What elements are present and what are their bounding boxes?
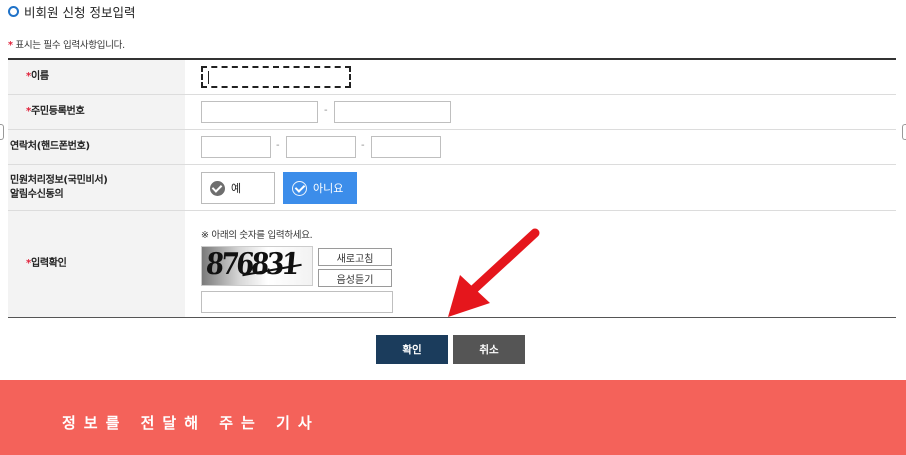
- captcha-input[interactable]: [201, 291, 393, 313]
- arrow-shaft: [467, 228, 540, 296]
- check-circle-icon: [210, 180, 225, 196]
- label-notification-consent: 민원처리정보(국민비서) 알림수신동의: [8, 165, 185, 210]
- label-phone-text: 연락처(핸드폰번호): [10, 141, 90, 152]
- row-name: * 이름: [8, 60, 896, 95]
- row-resident-number: * 주민등록번호 -: [8, 95, 896, 130]
- label-name-text: 이름: [30, 71, 49, 82]
- banner-text: 정보를 전달해 주는 기사: [62, 414, 320, 432]
- cell-resident-number: -: [185, 95, 896, 129]
- consent-yes-label: 예: [231, 182, 242, 195]
- separator: -: [361, 140, 365, 151]
- phone-part1-input[interactable]: [201, 136, 271, 158]
- cancel-button[interactable]: 취소: [453, 335, 525, 364]
- footer-banner: 정보를 전달해 주는 기사: [0, 380, 906, 455]
- consent-no-label: 아니요: [313, 182, 344, 195]
- label-captcha: * 입력확인: [8, 211, 185, 317]
- cell-name: [185, 60, 896, 94]
- captcha-instruction: ※ 아래의 숫자를 입력하세요.: [201, 230, 313, 241]
- check-circle-icon: [292, 180, 307, 196]
- section-title: 비회원 신청 정보입력: [8, 2, 135, 20]
- right-edge-handle: [902, 124, 906, 140]
- label-captcha-text: 입력확인: [30, 258, 67, 269]
- label-resident-number: * 주민등록번호: [8, 95, 185, 129]
- text-caret: [208, 71, 209, 84]
- phone-part2-input[interactable]: [286, 136, 356, 158]
- captcha-audio-button[interactable]: 음성듣기: [318, 269, 392, 287]
- resident-number-back-input[interactable]: [334, 101, 451, 123]
- red-arrow-icon: [448, 228, 540, 317]
- confirm-button[interactable]: 확인: [376, 335, 448, 364]
- separator: -: [324, 105, 328, 116]
- label-resident-number-text: 주민등록번호: [30, 106, 85, 117]
- section-title-text: 비회원 신청 정보입력: [24, 4, 136, 20]
- label-consent-line2: 알림수신동의: [10, 188, 64, 200]
- phone-part3-input[interactable]: [371, 136, 441, 158]
- separator: -: [276, 140, 280, 151]
- captcha-image-text: 876831: [204, 247, 299, 283]
- row-notification-consent: 민원처리정보(국민비서) 알림수신동의 예 아니요: [8, 165, 896, 211]
- captcha-refresh-button[interactable]: 새로고침: [318, 248, 392, 266]
- row-phone: 연락처(핸드폰번호) - -: [8, 130, 896, 165]
- cell-notification-consent: 예 아니요: [185, 165, 896, 210]
- label-name: * 이름: [8, 60, 185, 94]
- label-consent-line1: 민원처리정보(국민비서): [10, 174, 108, 186]
- resident-number-front-input[interactable]: [201, 101, 318, 123]
- required-note-text: 표시는 필수 입력사항입니다.: [12, 40, 125, 51]
- cell-phone: - -: [185, 130, 896, 164]
- circle-bullet-icon: [8, 5, 19, 17]
- left-edge-handle: [0, 124, 4, 140]
- captcha-image: 876831: [201, 246, 313, 286]
- label-phone: 연락처(핸드폰번호): [8, 130, 185, 164]
- name-input[interactable]: [201, 66, 351, 88]
- consent-yes-radio[interactable]: 예: [201, 172, 275, 204]
- consent-no-radio[interactable]: 아니요: [283, 172, 357, 204]
- required-note: * 표시는 필수 입력사항입니다.: [8, 37, 125, 51]
